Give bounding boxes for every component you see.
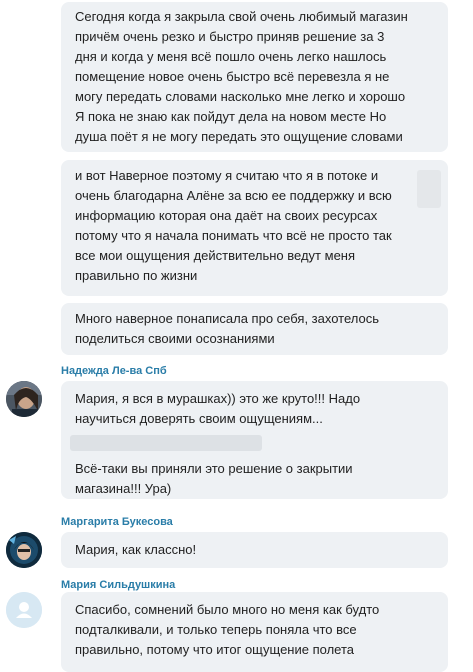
message-text: Всё-таки вы приняли это решение о закрыт… — [75, 461, 353, 476]
author-name[interactable]: Надежда Ле-ва Спб — [61, 365, 167, 377]
message-text: душа поёт я не могу передать это ощущени… — [75, 129, 403, 144]
message-text: Много наверное понаписала про себя, захо… — [75, 311, 380, 326]
message-text: информацию которая она даёт на своих рес… — [75, 208, 378, 223]
message-text: все мои ощущения действительно ведут мен… — [75, 248, 356, 263]
avatar[interactable] — [6, 532, 42, 568]
message-text: научиться доверять своим ощущениям... — [75, 411, 323, 426]
message-text: поделиться своими осознаниями — [75, 331, 275, 346]
avatar[interactable] — [6, 592, 42, 628]
message-bubble: Мария, как классно! — [61, 532, 448, 568]
message-bubble: и вот Наверное поэтому я считаю что я в … — [61, 160, 448, 296]
message-text: Мария, как классно! — [75, 542, 197, 557]
message-text: Сегодня когда я закрыла свой очень любим… — [75, 9, 408, 24]
message-text: причём очень резко и быстро приняв решен… — [75, 29, 385, 44]
message-text: магазина!!! Ура) — [75, 481, 172, 496]
message-bubble: Мария, я вся в мурашках)) это же круто!!… — [61, 381, 448, 499]
message-text: правильно, потому что итог ощущение поле… — [75, 642, 354, 657]
user-silhouette-icon — [6, 592, 42, 628]
message-text: помещение новое очень быстро всё перевез… — [75, 69, 390, 84]
message-text: потому что я начала понимать что всё не … — [75, 228, 392, 243]
avatar-photo-icon — [6, 381, 42, 417]
message-text: Мария, я вся в мурашках)) это же круто!!… — [75, 391, 361, 406]
blurred-thumbnail — [417, 170, 441, 208]
message-text: Спасибо, сомнений было много но меня как… — [75, 602, 380, 617]
message-text: Я пока не знаю как пойдут дела на новом … — [75, 109, 387, 124]
message-bubble: Много наверное понаписала про себя, захо… — [61, 303, 448, 355]
message-text: и вот Наверное поэтому я считаю что я в … — [75, 168, 379, 183]
author-name[interactable]: Мария Сильдушкина — [61, 579, 175, 591]
avatar[interactable] — [6, 381, 42, 417]
message-text: правильно по жизни — [75, 268, 198, 283]
message-text: очень благодарна Алёне за всю ее поддерж… — [75, 188, 392, 203]
message-text: могу передать словами насколько мне легк… — [75, 89, 406, 104]
blurred-quote-bar — [70, 435, 262, 451]
message-bubble: Спасибо, сомнений было много но меня как… — [61, 592, 448, 672]
message-bubble: Сегодня когда я закрыла свой очень любим… — [61, 2, 448, 152]
message-text: дня и когда у меня всё пошло очень легко… — [75, 49, 387, 64]
message-text: подталкивали, и только теперь поняла что… — [75, 622, 357, 637]
avatar-photo-icon — [6, 532, 42, 568]
author-name[interactable]: Маргарита Букесова — [61, 516, 173, 528]
